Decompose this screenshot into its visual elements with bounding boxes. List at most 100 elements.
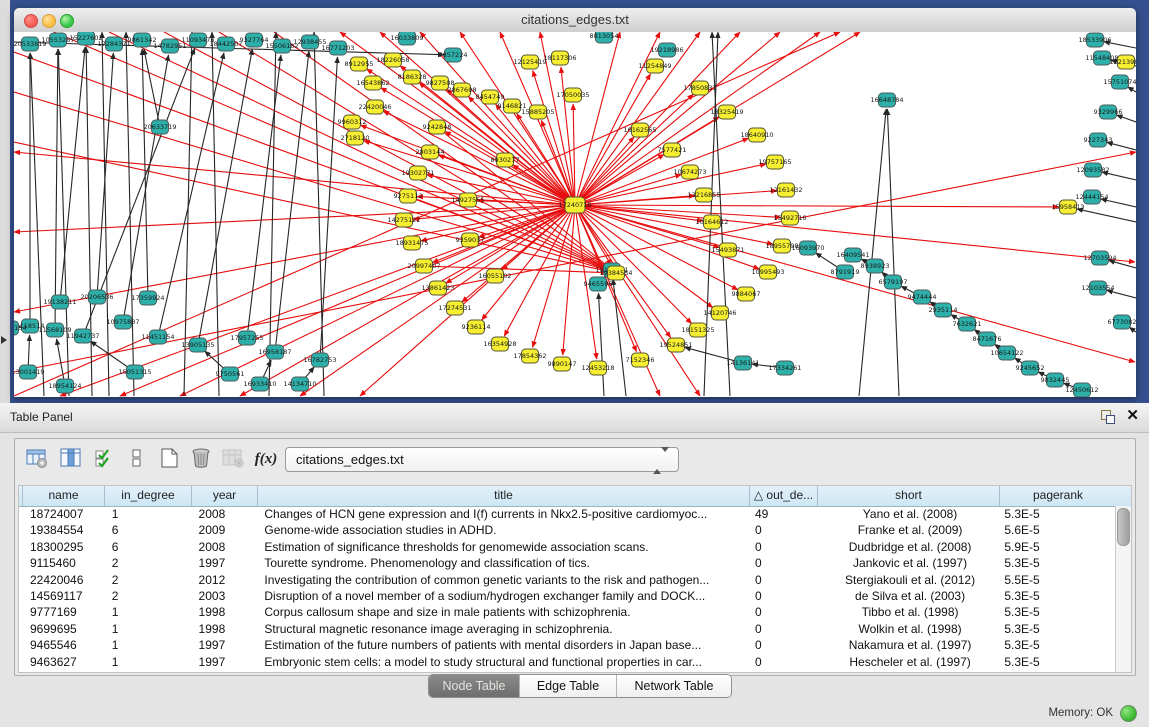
close-panel-icon[interactable]: ✕ xyxy=(1126,407,1139,425)
table-cell[interactable]: Yano et al. (2008) xyxy=(819,506,1001,522)
table-cell[interactable]: 0 xyxy=(751,522,819,538)
column-header-name[interactable]: name xyxy=(23,486,105,506)
table-row[interactable]: 1938455462009Genome-wide association stu… xyxy=(19,522,1116,538)
table-cell[interactable]: 1 xyxy=(108,604,195,620)
table-cell[interactable]: 1 xyxy=(108,637,195,653)
clear-selection-button[interactable] xyxy=(123,445,151,475)
table-cell[interactable]: 14569117 xyxy=(26,588,108,604)
table-cell[interactable]: 0 xyxy=(751,654,819,670)
table-cell[interactable]: Investigating the contribution of common… xyxy=(260,572,751,588)
function-builder-button[interactable]: f(x) xyxy=(251,445,281,475)
table-cell[interactable]: 6 xyxy=(108,522,195,538)
table-cell[interactable]: 0 xyxy=(751,588,819,604)
table-cell[interactable]: 9463627 xyxy=(26,654,108,670)
table-cell[interactable]: Franke et al. (2009) xyxy=(819,522,1001,538)
table-scrollbar[interactable] xyxy=(1115,506,1131,672)
table-cell[interactable]: 1998 xyxy=(195,621,261,637)
table-row[interactable]: 1830029562008Estimation of significance … xyxy=(19,539,1116,555)
table-row[interactable]: 911546021997Tourette syndrome. Phenomeno… xyxy=(19,555,1116,571)
table-cell[interactable]: 2 xyxy=(108,555,195,571)
column-header-pagerank[interactable]: pagerank xyxy=(1000,486,1116,506)
table-cell[interactable]: 5.3E-5 xyxy=(1000,588,1116,604)
table-cell[interactable]: Wolkin et al. (1998) xyxy=(819,621,1001,637)
table-cell[interactable]: Nakamura et al. (1997) xyxy=(819,637,1001,653)
table-cell[interactable]: 5.3E-5 xyxy=(1000,654,1116,670)
column-header-out-degree-sorted[interactable]: △ out_de... xyxy=(750,486,818,506)
table-cell[interactable]: 49 xyxy=(751,506,819,522)
table-row[interactable]: 1456911722003Disruption of a novel membe… xyxy=(19,588,1116,604)
column-header-year[interactable]: year xyxy=(192,486,258,506)
table-cell[interactable]: 1997 xyxy=(195,654,261,670)
table-row[interactable]: 977716911998Corpus callosum shape and si… xyxy=(19,604,1116,620)
scrollbar-thumb[interactable] xyxy=(1117,508,1130,546)
table-cell[interactable]: Structural magnetic resonance image aver… xyxy=(260,621,751,637)
table-cell[interactable]: 2008 xyxy=(195,506,261,522)
table-cell[interactable]: 9465546 xyxy=(26,637,108,653)
table-cell[interactable]: Estimation of significance thresholds fo… xyxy=(260,539,751,555)
table-cell[interactable]: 5.3E-5 xyxy=(1000,506,1116,522)
table-cell[interactable]: 5.9E-5 xyxy=(1000,539,1116,555)
table-selector-dropdown[interactable]: citations_edges.txt xyxy=(285,447,679,472)
table-cell[interactable]: 2012 xyxy=(195,572,261,588)
table-cell[interactable]: Tourette syndrome. Phenomenology and cla… xyxy=(260,555,751,571)
table-cell[interactable]: 1 xyxy=(108,621,195,637)
tab-edge-table[interactable]: Edge Table xyxy=(519,675,616,697)
table-cell[interactable]: 1997 xyxy=(195,637,261,653)
table-cell[interactable]: 0 xyxy=(751,539,819,555)
table-row[interactable]: 969969511998Structural magnetic resonanc… xyxy=(19,621,1116,637)
table-cell[interactable]: 2003 xyxy=(195,588,261,604)
show-columns-button[interactable] xyxy=(57,445,85,475)
table-cell[interactable]: 0 xyxy=(751,621,819,637)
table-cell[interactable]: 9115460 xyxy=(26,555,108,571)
column-header-title[interactable]: title xyxy=(258,486,750,506)
table-cell[interactable]: 22420046 xyxy=(26,572,108,588)
table-options-button[interactable] xyxy=(23,445,51,475)
create-table-button[interactable] xyxy=(155,445,183,475)
float-panel-icon[interactable] xyxy=(1101,410,1115,424)
table-cell[interactable]: Changes of HCN gene expression and I(f) … xyxy=(260,506,751,522)
table-cell[interactable]: 0 xyxy=(751,572,819,588)
table-cell[interactable]: 2 xyxy=(108,588,195,604)
memory-status-icon[interactable] xyxy=(1120,705,1137,722)
table-cell[interactable]: Hescheler et al. (1997) xyxy=(819,654,1001,670)
panel-expand-arrow-icon[interactable] xyxy=(1,336,7,344)
tab-node-table[interactable]: Node Table xyxy=(429,675,519,697)
table-cell[interactable]: 5.3E-5 xyxy=(1000,555,1116,571)
table-cell[interactable]: 2009 xyxy=(195,522,261,538)
table-cell[interactable]: 0 xyxy=(751,637,819,653)
table-cell[interactable]: Genome-wide association studies in ADHD. xyxy=(260,522,751,538)
table-cell[interactable]: 5.3E-5 xyxy=(1000,637,1116,653)
table-cell[interactable]: Disruption of a novel member of a sodium… xyxy=(260,588,751,604)
table-cell[interactable]: 5.3E-5 xyxy=(1000,621,1116,637)
column-header-in-degree[interactable]: in_degree xyxy=(105,486,192,506)
table-cell[interactable]: Dudbridge et al. (2008) xyxy=(819,539,1001,555)
table-cell[interactable]: de Silva et al. (2003) xyxy=(819,588,1001,604)
table-cell[interactable]: 1 xyxy=(108,506,195,522)
table-cell[interactable]: 18724007 xyxy=(26,506,108,522)
table-row[interactable]: 946554611997Estimation of the future num… xyxy=(19,637,1116,653)
table-cell[interactable]: 19384554 xyxy=(26,522,108,538)
table-cell[interactable]: 5.3E-5 xyxy=(1000,604,1116,620)
delete-table-button[interactable] xyxy=(187,445,215,475)
table-cell[interactable]: 2 xyxy=(108,572,195,588)
table-cell[interactable]: 0 xyxy=(751,555,819,571)
table-cell[interactable]: 6 xyxy=(108,539,195,555)
table-row[interactable]: 946362711997Embryonic stem cells: a mode… xyxy=(19,654,1116,670)
table-cell[interactable]: 0 xyxy=(751,604,819,620)
table-cell[interactable]: 5.5E-5 xyxy=(1000,572,1116,588)
table-cell[interactable]: 5.6E-5 xyxy=(1000,522,1116,538)
table-cell[interactable]: Corpus callosum shape and size in male p… xyxy=(260,604,751,620)
table-cell[interactable]: 1998 xyxy=(195,604,261,620)
network-window-titlebar[interactable]: citations_edges.txt xyxy=(14,8,1136,33)
table-row[interactable]: 2242004622012Investigating the contribut… xyxy=(19,572,1116,588)
tab-network-table[interactable]: Network Table xyxy=(616,675,731,697)
table-cell[interactable]: 1997 xyxy=(195,555,261,571)
table-cell[interactable]: Tibbo et al. (1998) xyxy=(819,604,1001,620)
column-header-short[interactable]: short xyxy=(818,486,1000,506)
table-cell[interactable]: Estimation of the future numbers of pati… xyxy=(260,637,751,653)
select-all-button[interactable] xyxy=(91,445,119,475)
table-cell[interactable]: Jankovic et al. (1997) xyxy=(819,555,1001,571)
table-cell[interactable]: 18300295 xyxy=(26,539,108,555)
table-cell[interactable]: 9777169 xyxy=(26,604,108,620)
network-canvas[interactable]: 2053381910553287152276021728437198613421… xyxy=(14,32,1136,397)
